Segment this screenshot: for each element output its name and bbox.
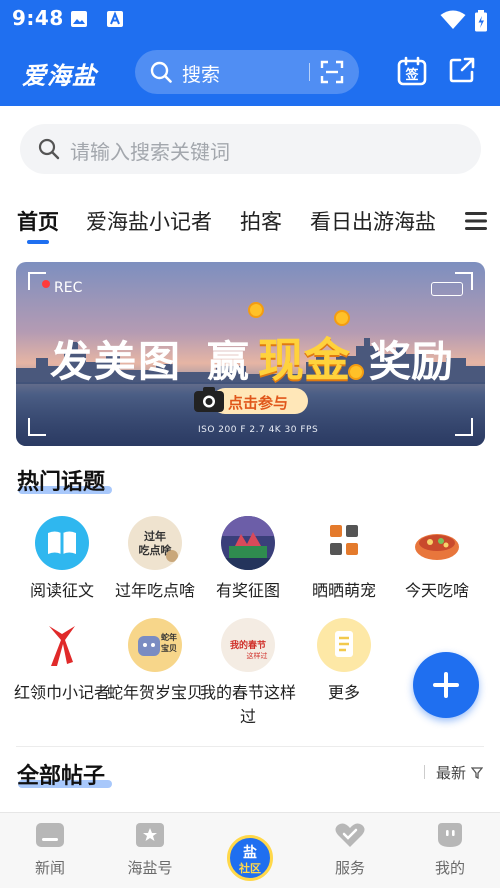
news-icon bbox=[36, 823, 64, 847]
image-notification-icon bbox=[70, 10, 88, 32]
svg-text:我的春节: 我的春节 bbox=[230, 639, 266, 651]
svg-text:这样过: 这样过 bbox=[247, 651, 268, 660]
section-divider bbox=[16, 746, 484, 747]
topic-label: 晒晒萌宠 bbox=[311, 581, 376, 600]
topic-label: 蛇年贺岁宝贝 bbox=[107, 683, 204, 702]
topic-label: 过年吃点啥 bbox=[114, 581, 195, 600]
sign-in-calendar-icon[interactable]: 签 bbox=[397, 56, 427, 90]
tab-young-reporter[interactable]: 爱海盐小记者 bbox=[86, 206, 212, 236]
sort-divider bbox=[424, 765, 425, 779]
search-icon bbox=[38, 138, 60, 164]
status-time: 9:48 bbox=[12, 6, 64, 30]
scan-icon[interactable] bbox=[320, 60, 344, 88]
top-search-label: 搜索 bbox=[182, 64, 221, 86]
search-input[interactable]: 请输入搜索关键词 bbox=[20, 124, 481, 174]
nav-news[interactable]: 新闻 bbox=[10, 821, 90, 878]
banner-headline-cash: 现金 bbox=[258, 333, 350, 387]
spring-festival-icon: 我的春节 这样过 bbox=[221, 618, 275, 672]
banner-cta-label: 点击参与 bbox=[228, 394, 289, 412]
topic-red-scarf-reporter[interactable]: 红领巾小记者 bbox=[14, 618, 110, 705]
svg-text:签: 签 bbox=[404, 67, 419, 83]
share-icon[interactable] bbox=[448, 56, 476, 88]
profile-icon bbox=[438, 823, 462, 847]
camera-info: ISO 200 F 2.7 4K 30 FPS bbox=[198, 425, 319, 435]
nav-label: 新闻 bbox=[34, 859, 65, 877]
banner-headline-2: 赢 bbox=[207, 337, 250, 386]
topic-more[interactable]: 更多 bbox=[296, 618, 392, 705]
topic-my-spring-festival[interactable]: 我的春节 这样过 我的春节这样过 bbox=[200, 618, 296, 729]
hotpot-icon bbox=[410, 516, 464, 570]
top-app-bar: 9:48 爱海盐 搜索 签 bbox=[0, 0, 500, 106]
topic-label: 今天吃啥 bbox=[404, 581, 469, 600]
pets-icon bbox=[317, 516, 371, 570]
filter-icon bbox=[470, 767, 484, 780]
topic-cute-pets[interactable]: 晒晒萌宠 bbox=[296, 516, 392, 603]
viewfinder-corner bbox=[28, 418, 46, 436]
tab-photographer[interactable]: 拍客 bbox=[240, 206, 282, 236]
rec-label: REC bbox=[54, 280, 83, 296]
plus-icon bbox=[444, 672, 448, 698]
banner-headline-4: 奖励 bbox=[369, 337, 454, 386]
nav-service[interactable]: 服务 bbox=[310, 821, 390, 878]
battery-icon bbox=[474, 10, 488, 36]
coin-icon bbox=[248, 302, 264, 318]
record-dot-icon bbox=[42, 280, 50, 288]
channel-menu-icon[interactable] bbox=[465, 211, 487, 235]
bottom-navigation: 新闻 海盐号 盐 社区 服务 我的 bbox=[0, 812, 500, 888]
viewfinder-corner bbox=[455, 418, 473, 436]
search-icon bbox=[150, 61, 172, 87]
community-badge-bottom: 社区 bbox=[239, 862, 261, 875]
topic-label: 更多 bbox=[327, 683, 360, 702]
sort-label: 最新 bbox=[436, 764, 467, 782]
active-tab-indicator bbox=[27, 240, 49, 244]
star-icon bbox=[136, 823, 164, 847]
snake-year-baby-icon: 蛇年 宝贝 bbox=[128, 618, 182, 672]
app-logo[interactable]: 爱海盐 bbox=[22, 56, 97, 91]
book-icon bbox=[35, 516, 89, 570]
tab-home[interactable]: 首页 bbox=[17, 206, 59, 236]
camera-battery-icon bbox=[431, 282, 463, 296]
topic-label: 红领巾小记者 bbox=[14, 683, 111, 702]
top-search-bar[interactable]: 搜索 bbox=[135, 50, 359, 94]
channel-tabs: 首页 爱海盐小记者 拍客 看日出游海盐 bbox=[0, 206, 500, 244]
banner-headline-1: 发美图 bbox=[50, 337, 183, 386]
topic-what-to-eat[interactable]: 今天吃啥 bbox=[389, 516, 485, 603]
promo-banner[interactable]: REC 发美图 赢 现金 奖励 点击参与 ISO 200 F 2.7 4K 30… bbox=[16, 262, 485, 446]
sort-dropdown[interactable]: 最新 bbox=[436, 762, 484, 783]
topic-label: 有奖征图 bbox=[215, 581, 280, 600]
camera-icon bbox=[192, 384, 226, 418]
red-scarf-icon bbox=[35, 618, 89, 672]
new-year-food-icon: 过年 吃点啥 bbox=[128, 516, 182, 570]
search-divider bbox=[309, 63, 310, 81]
hot-topics-title: 热门话题 bbox=[17, 470, 106, 495]
all-posts-title: 全部帖子 bbox=[17, 764, 106, 789]
status-bar: 9:48 bbox=[0, 0, 500, 36]
community-badge-top: 盐 bbox=[243, 845, 257, 861]
photo-contest-icon bbox=[221, 516, 275, 570]
more-icon bbox=[317, 618, 371, 672]
heart-icon bbox=[335, 823, 365, 847]
svg-text:过年: 过年 bbox=[144, 529, 166, 543]
nav-community[interactable]: 盐 社区 bbox=[227, 835, 273, 881]
nav-haiyan-account[interactable]: 海盐号 bbox=[110, 821, 190, 878]
search-placeholder: 请输入搜索关键词 bbox=[70, 140, 230, 164]
svg-text:蛇年: 蛇年 bbox=[161, 632, 177, 642]
topic-label: 我的春节这样过 bbox=[200, 683, 297, 726]
nav-label: 我的 bbox=[434, 859, 465, 877]
nav-profile[interactable]: 我的 bbox=[410, 821, 490, 878]
svg-text:宝贝: 宝贝 bbox=[161, 643, 177, 653]
nav-label: 服务 bbox=[334, 859, 365, 877]
nav-label: 海盐号 bbox=[127, 859, 173, 877]
topic-reading-essay[interactable]: 阅读征文 bbox=[14, 516, 110, 603]
topic-photo-contest[interactable]: 有奖征图 bbox=[200, 516, 296, 603]
tab-sunrise-tour[interactable]: 看日出游海盐 bbox=[310, 206, 436, 236]
create-post-button[interactable] bbox=[413, 652, 479, 718]
topic-label: 阅读征文 bbox=[29, 581, 94, 600]
app-notification-icon bbox=[106, 10, 124, 32]
topic-new-year-food[interactable]: 过年 吃点啥 过年吃点啥 bbox=[107, 516, 203, 603]
topic-snake-year-baby[interactable]: 蛇年 宝贝 蛇年贺岁宝贝 bbox=[107, 618, 203, 705]
coin-icon bbox=[348, 364, 364, 380]
wifi-icon bbox=[440, 10, 466, 34]
